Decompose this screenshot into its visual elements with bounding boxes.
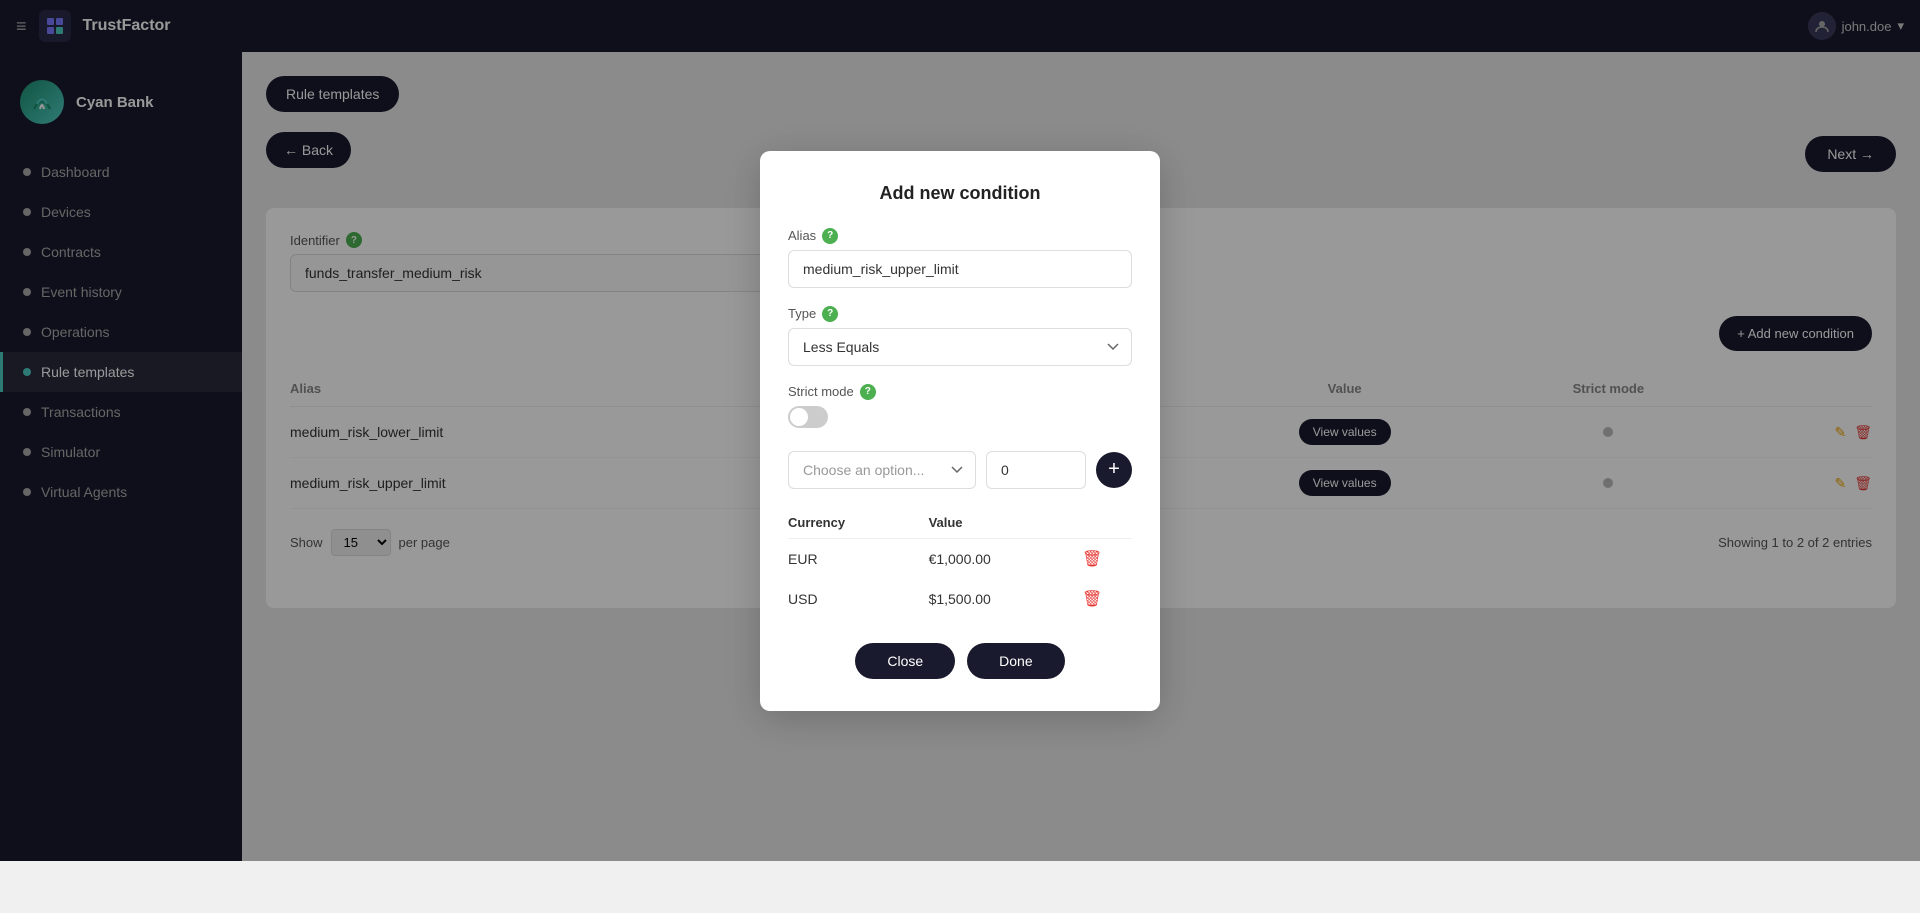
strict-mode-toggle[interactable] [788,406,828,428]
currency-row-eur: EUR €1,000.00 🗑 [788,538,1132,579]
modal-strict-field: Strict mode ? [788,384,1132,433]
type-info-icon: ? [822,306,838,322]
modal-close-button[interactable]: Close [855,643,955,679]
modal-alias-input[interactable] [788,250,1132,288]
modal-done-button[interactable]: Done [967,643,1064,679]
strict-info-icon: ? [860,384,876,400]
modal-number-input[interactable] [986,451,1086,489]
modal-title: Add new condition [788,183,1132,204]
modal-option-select[interactable]: Choose an option... EUR USD GBP [788,451,976,489]
value-usd: $1,500.00 [929,579,1082,619]
currency-col-header: Currency [788,507,929,539]
modal-option-row: Choose an option... EUR USD GBP + [788,451,1132,489]
modal-type-label: Type ? [788,306,1132,322]
alias-info-icon: ? [822,228,838,244]
modal-currency-table: Currency Value EUR €1,000.00 🗑 USD $1,50… [788,507,1132,619]
action-col-header [1082,507,1132,539]
modal-strict-label: Strict mode ? [788,384,1132,400]
modal-overlay: Add new condition Alias ? Type ? Less Eq… [0,0,1920,861]
delete-usd-icon[interactable]: 🗑 [1082,591,1102,608]
modal-alias-field: Alias ? [788,228,1132,288]
modal-add-plus-button[interactable]: + [1096,452,1132,488]
modal-type-field: Type ? Less Equals Greater Equals Equals… [788,306,1132,366]
currency-eur: EUR [788,538,929,579]
add-condition-modal: Add new condition Alias ? Type ? Less Eq… [760,151,1160,711]
modal-alias-label: Alias ? [788,228,1132,244]
value-col-header: Value [929,507,1082,539]
delete-eur-icon[interactable]: 🗑 [1082,551,1102,568]
modal-type-select[interactable]: Less Equals Greater Equals Equals Not Eq… [788,328,1132,366]
currency-row-usd: USD $1,500.00 🗑 [788,579,1132,619]
modal-actions: Close Done [788,643,1132,679]
value-eur: €1,000.00 [929,538,1082,579]
currency-usd: USD [788,579,929,619]
